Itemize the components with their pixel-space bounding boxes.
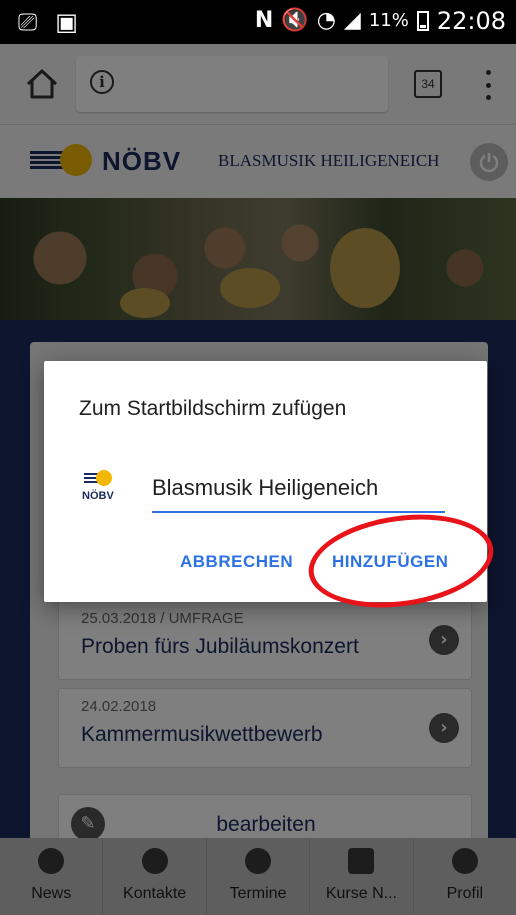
app-icon-label: NÖBV	[82, 490, 114, 502]
cancel-button[interactable]: ABBRECHEN	[180, 551, 293, 573]
app-icon: NÖBV	[82, 469, 118, 505]
signal-icon: ◢	[343, 8, 361, 33]
dialog-title: Zum Startbildschirm zufügen	[79, 397, 347, 420]
clock: 22:08	[436, 7, 506, 35]
nfc-icon: N	[254, 8, 274, 33]
gallery-icon: ▣	[55, 8, 78, 36]
noebv-logo-icon	[84, 470, 112, 486]
wifi-icon: ◔	[316, 8, 336, 33]
mute-icon: 🔇	[281, 8, 309, 33]
screenshot-icon: ⎚	[18, 8, 38, 36]
status-bar: ⎚ ▣ N 🔇 ◔ ◢ 11% 22:08	[0, 0, 516, 44]
shortcut-name-input[interactable]	[152, 465, 445, 513]
battery-percentage: 11%	[368, 10, 409, 31]
battery-icon	[416, 11, 429, 31]
